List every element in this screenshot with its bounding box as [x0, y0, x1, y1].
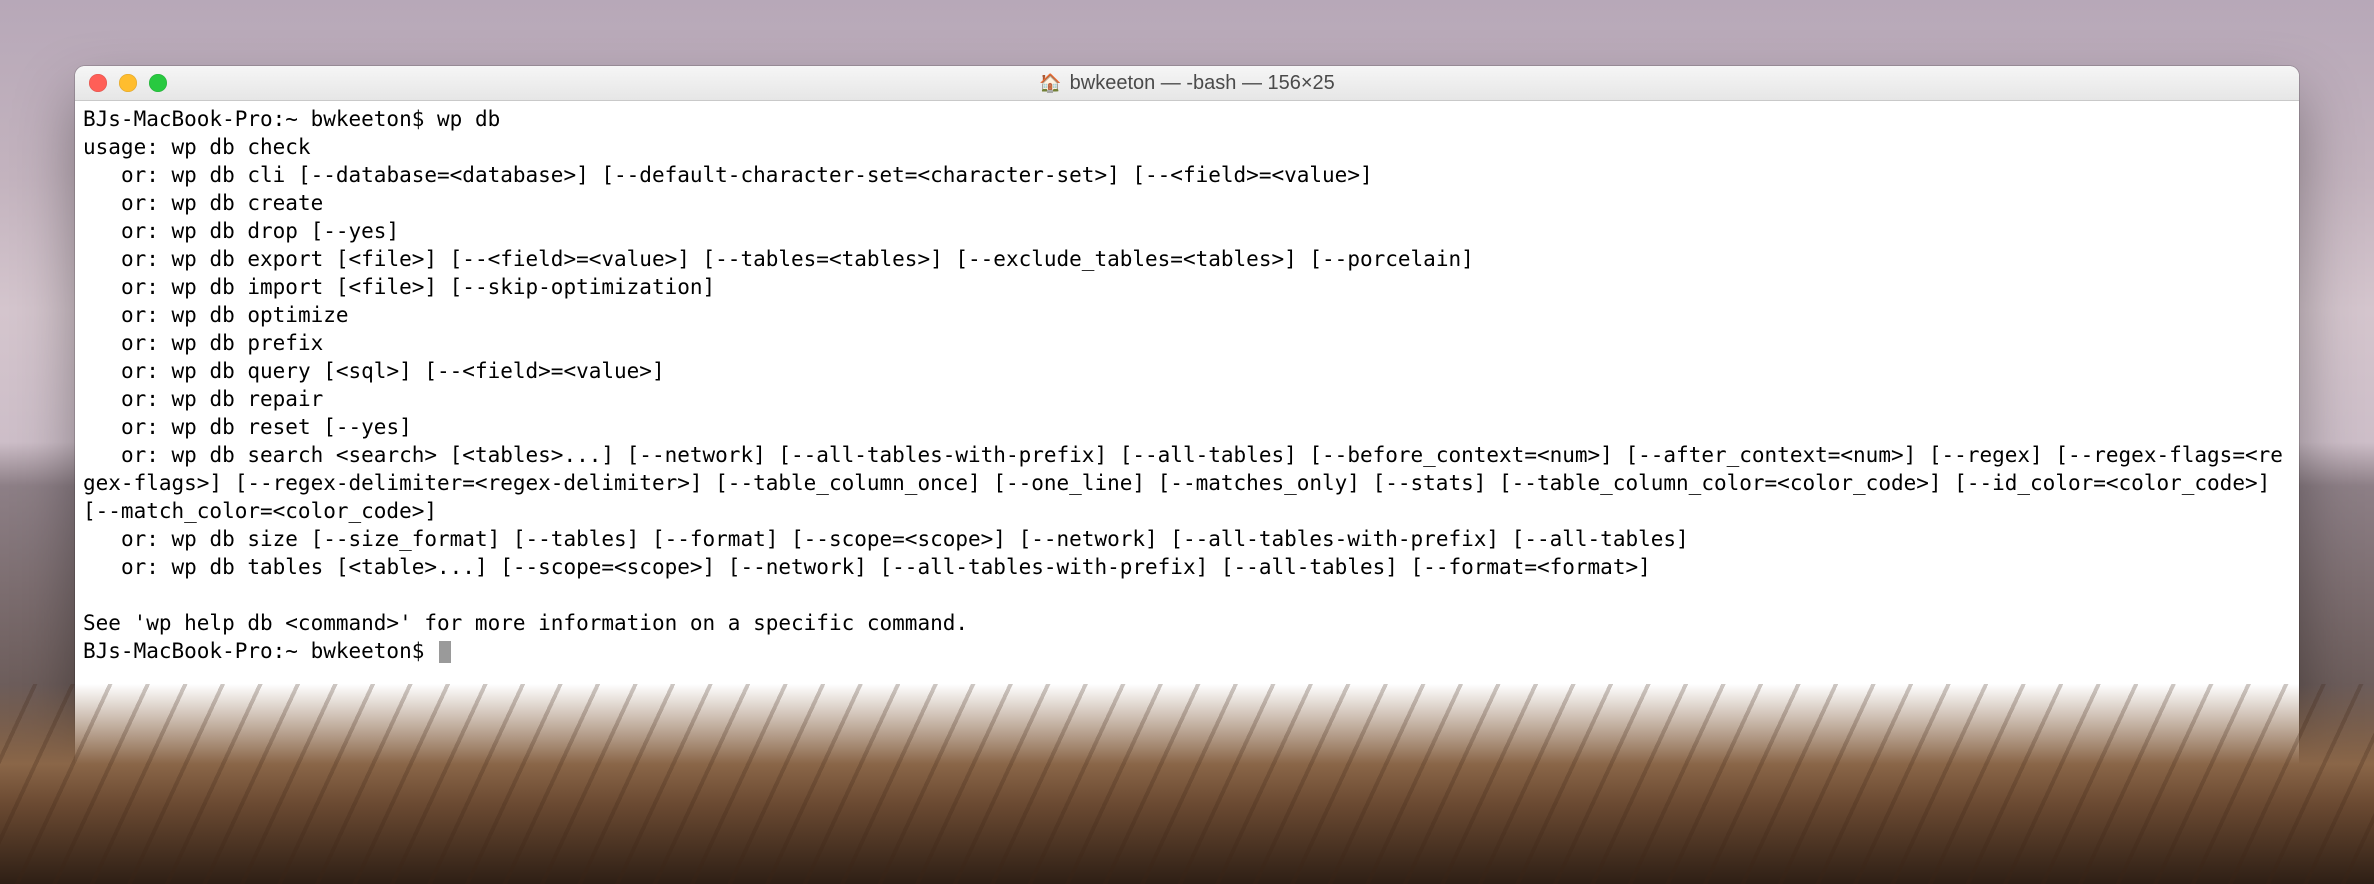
command-output: usage: wp db check or: wp db cli [--data…	[83, 135, 2283, 635]
minimize-button[interactable]	[119, 74, 137, 92]
close-button[interactable]	[89, 74, 107, 92]
window-titlebar[interactable]: 🏠 bwkeeton — -bash — 156×25	[75, 66, 2299, 101]
window-controls	[89, 74, 167, 92]
window-title: 🏠 bwkeeton — -bash — 156×25	[75, 72, 2299, 95]
desktop-background: 🏠 bwkeeton — -bash — 156×25 BJs-MacBook-…	[0, 0, 2374, 884]
entered-command: wp db	[437, 107, 500, 131]
terminal-body[interactable]: BJs-MacBook-Pro:~ bwkeeton$ wp db usage:…	[75, 101, 2299, 841]
prompt: BJs-MacBook-Pro:~ bwkeeton$	[83, 107, 437, 131]
home-icon: 🏠	[1039, 74, 1061, 92]
zoom-button[interactable]	[149, 74, 167, 92]
window-title-text: bwkeeton — -bash — 156×25	[1070, 72, 1335, 95]
terminal-output[interactable]: BJs-MacBook-Pro:~ bwkeeton$ wp db usage:…	[83, 105, 2291, 665]
terminal-window[interactable]: 🏠 bwkeeton — -bash — 156×25 BJs-MacBook-…	[75, 66, 2299, 841]
prompt: BJs-MacBook-Pro:~ bwkeeton$	[83, 639, 437, 663]
text-cursor	[439, 641, 451, 663]
